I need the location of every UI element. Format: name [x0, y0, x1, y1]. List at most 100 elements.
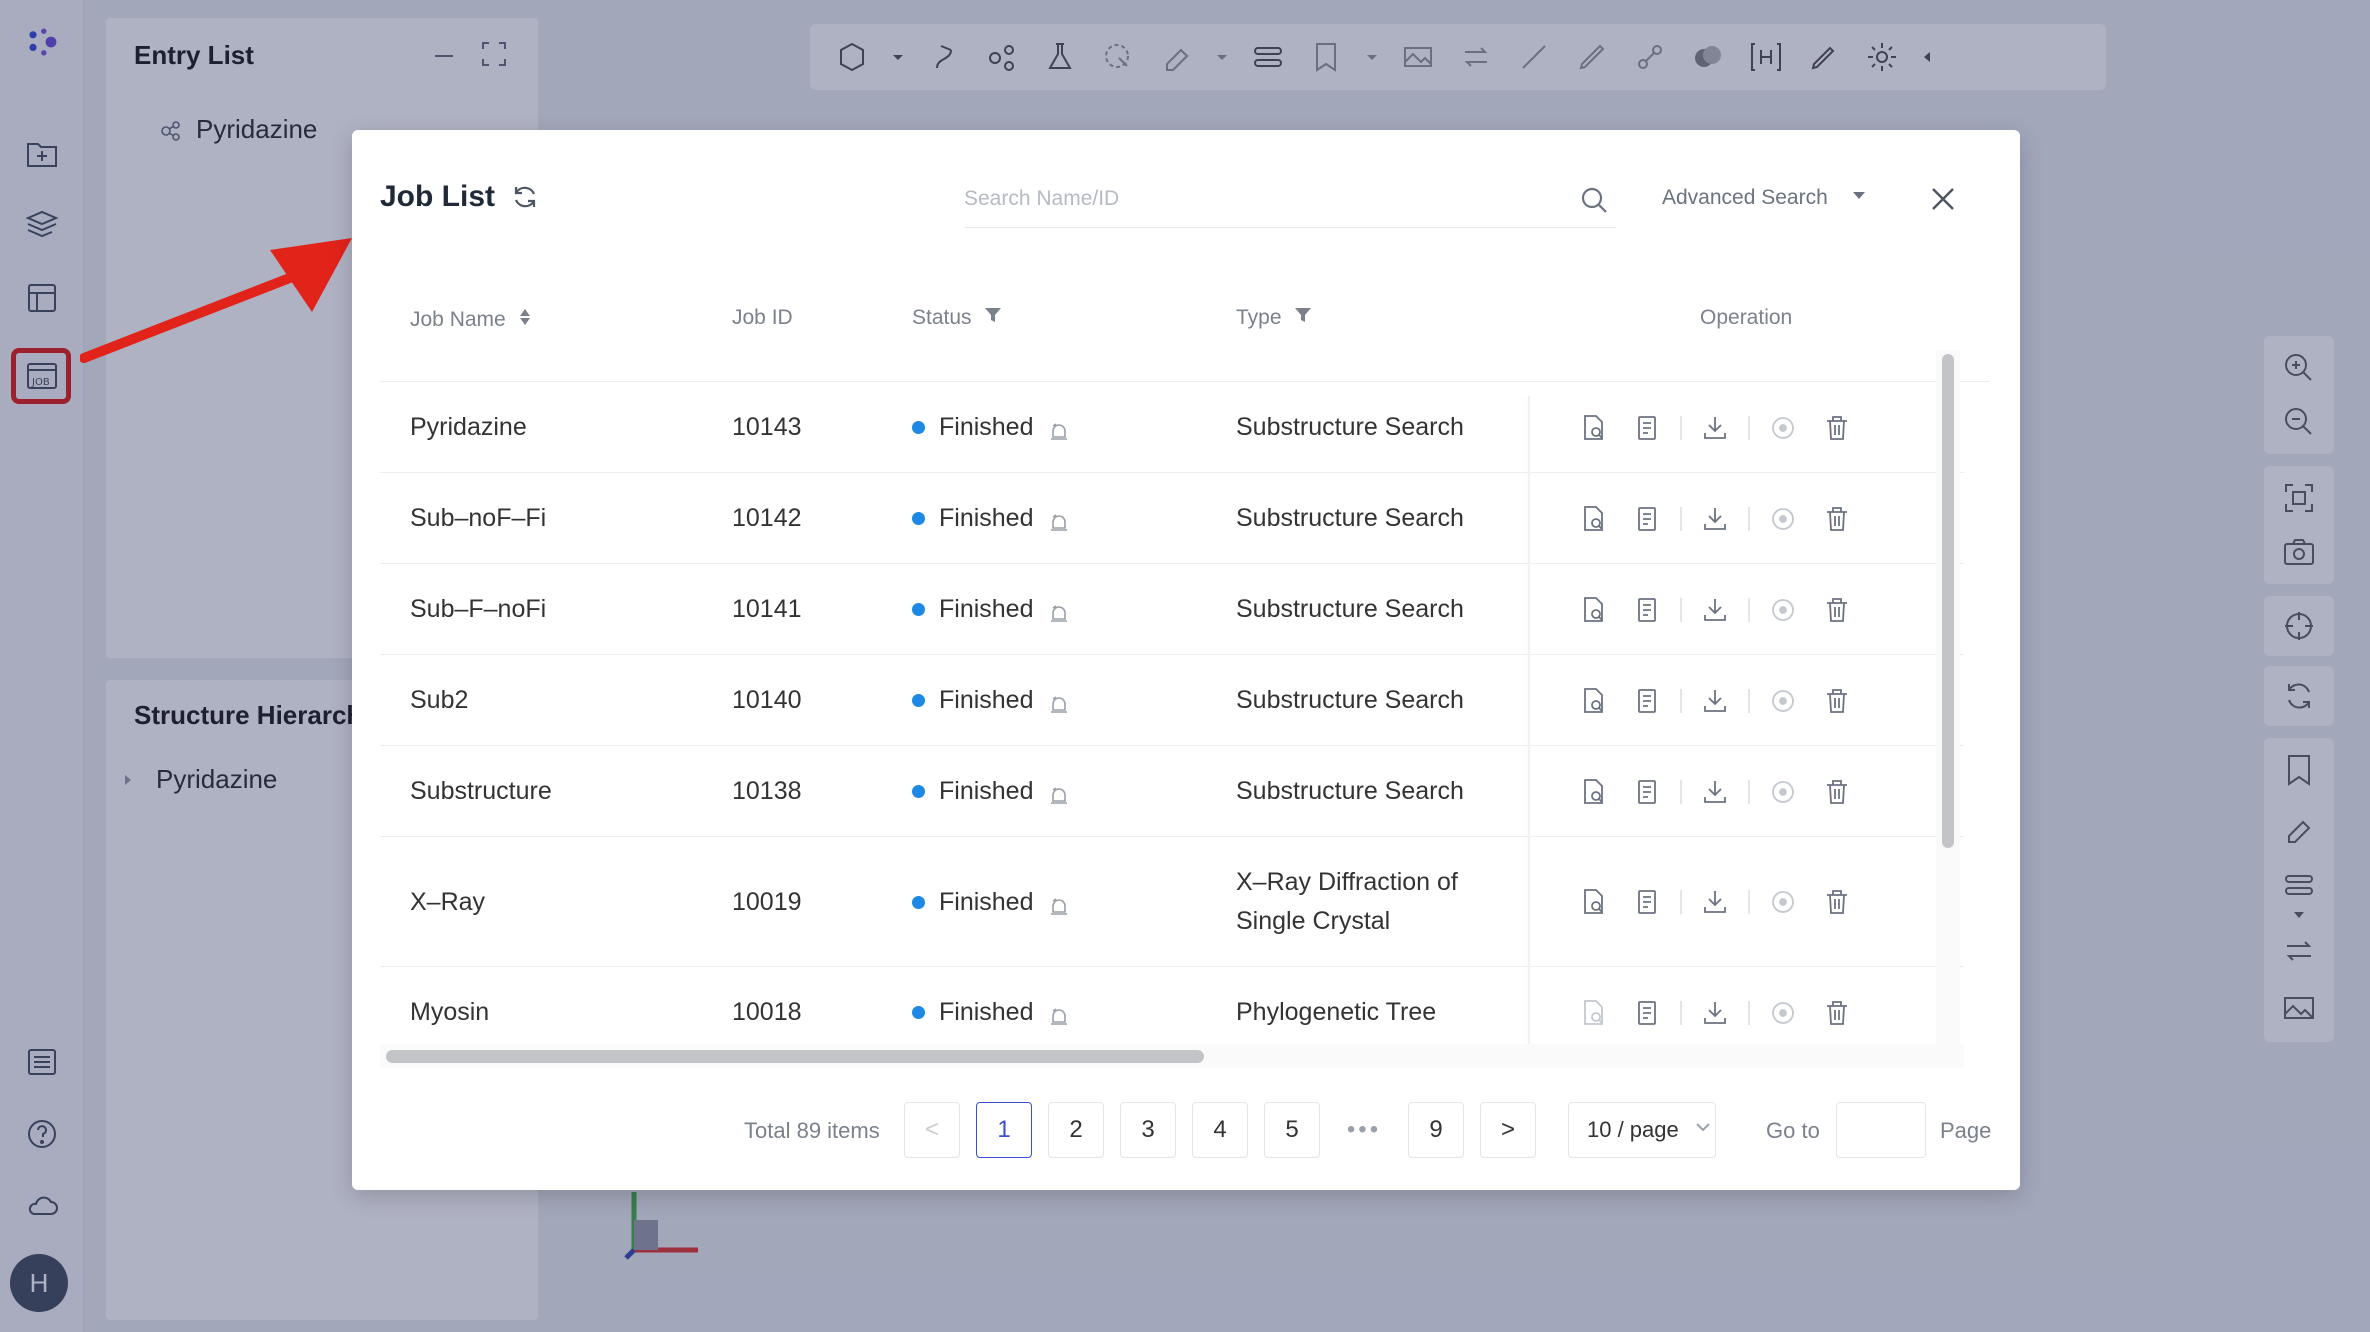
trash-icon[interactable]: [1822, 504, 1852, 534]
status-cell: Finished: [912, 408, 1070, 446]
advanced-search-dropdown[interactable]: Advanced Search: [1662, 186, 1868, 210]
status-text: Finished: [939, 686, 1034, 714]
search-input[interactable]: [964, 174, 1564, 224]
vertical-scrollbar[interactable]: [1936, 350, 1960, 1046]
report-icon[interactable]: [1632, 595, 1662, 625]
table-row[interactable]: Pyridazine 10143 Finished Substructure S…: [380, 382, 1964, 473]
download-icon[interactable]: [1700, 686, 1730, 716]
row-operations: [1578, 998, 1852, 1028]
bell-icon[interactable]: [1048, 780, 1070, 804]
page-ellipsis[interactable]: •••: [1336, 1102, 1392, 1158]
status-text: Finished: [939, 504, 1034, 532]
close-icon[interactable]: [1928, 184, 1958, 214]
page-button-4[interactable]: 4: [1192, 1102, 1248, 1158]
job-type-line: Single Crystal: [1236, 907, 1391, 935]
refresh-icon[interactable]: [510, 182, 540, 212]
filter-icon[interactable]: [1294, 306, 1312, 330]
view-file-icon[interactable]: [1578, 887, 1608, 917]
table-row[interactable]: Sub–F–noFi 10141 Finished Substructure S…: [380, 564, 1964, 655]
column-header-type[interactable]: Type: [1236, 306, 1312, 330]
sort-icon[interactable]: [518, 306, 532, 334]
next-page-button[interactable]: >: [1480, 1102, 1536, 1158]
job-type: Substructure Search: [1236, 777, 1464, 805]
trash-icon[interactable]: [1822, 887, 1852, 917]
report-icon[interactable]: [1632, 504, 1662, 534]
vertical-scrollbar-thumb[interactable]: [1942, 354, 1954, 848]
download-icon[interactable]: [1700, 777, 1730, 807]
page-button-3[interactable]: 3: [1120, 1102, 1176, 1158]
job-name[interactable]: Sub–noF–Fi: [410, 499, 546, 537]
stop-icon[interactable]: [1768, 998, 1798, 1028]
download-icon[interactable]: [1700, 504, 1730, 534]
horizontal-scrollbar[interactable]: [380, 1044, 1964, 1068]
job-name[interactable]: Substructure: [410, 772, 552, 810]
download-icon[interactable]: [1700, 998, 1730, 1028]
job-name[interactable]: Sub–F–noFi: [410, 590, 546, 628]
view-file-icon[interactable]: [1578, 595, 1608, 625]
report-icon[interactable]: [1632, 413, 1662, 443]
download-icon[interactable]: [1700, 413, 1730, 443]
view-file-icon[interactable]: [1578, 413, 1608, 443]
download-icon[interactable]: [1700, 595, 1730, 625]
goto-page-input[interactable]: [1836, 1102, 1926, 1158]
trash-icon[interactable]: [1822, 595, 1852, 625]
trash-icon[interactable]: [1822, 686, 1852, 716]
stop-icon[interactable]: [1768, 686, 1798, 716]
view-file-icon[interactable]: [1578, 504, 1608, 534]
status-cell: Finished: [912, 993, 1070, 1031]
bell-icon[interactable]: [1048, 507, 1070, 531]
job-id: 10143: [732, 413, 802, 441]
bell-icon[interactable]: [1048, 416, 1070, 440]
stop-icon[interactable]: [1768, 777, 1798, 807]
search-icon[interactable]: [1580, 186, 1608, 214]
page-button-last[interactable]: 9: [1408, 1102, 1464, 1158]
filter-icon[interactable]: [984, 306, 1002, 330]
column-label: Status: [912, 306, 972, 329]
view-file-icon[interactable]: [1578, 777, 1608, 807]
job-name[interactable]: Pyridazine: [410, 408, 527, 446]
page-button-2[interactable]: 2: [1048, 1102, 1104, 1158]
status-cell: Finished: [912, 681, 1070, 719]
column-header-job-name[interactable]: Job Name: [410, 306, 532, 334]
status-text: Finished: [939, 413, 1034, 441]
report-icon[interactable]: [1632, 686, 1662, 716]
caret-down-icon: [1850, 186, 1868, 210]
report-icon[interactable]: [1632, 777, 1662, 807]
table-row[interactable]: X–Ray 10019 Finished X–Ray Diffraction o…: [380, 837, 1964, 967]
bell-icon[interactable]: [1048, 891, 1070, 915]
table-row[interactable]: Substructure 10138 Finished Substructure…: [380, 746, 1964, 837]
page-size-select[interactable]: 10 / page: [1568, 1102, 1716, 1158]
table-row[interactable]: Sub2 10140 Finished Substructure Search: [380, 655, 1964, 746]
stop-icon[interactable]: [1768, 504, 1798, 534]
page-button-1[interactable]: 1: [976, 1102, 1032, 1158]
bell-icon[interactable]: [1048, 689, 1070, 713]
bell-icon[interactable]: [1048, 1001, 1070, 1025]
job-id: 10141: [732, 595, 802, 623]
horizontal-scrollbar-thumb[interactable]: [386, 1050, 1204, 1063]
bell-icon[interactable]: [1048, 598, 1070, 622]
job-name[interactable]: X–Ray: [410, 883, 485, 921]
goto-label: Go to: [1766, 1118, 1820, 1143]
stop-icon[interactable]: [1768, 595, 1798, 625]
table-row[interactable]: Sub–noF–Fi 10142 Finished Substructure S…: [380, 473, 1964, 564]
job-type: Substructure Search: [1236, 504, 1464, 532]
column-header-status[interactable]: Status: [912, 306, 1002, 330]
stop-icon[interactable]: [1768, 887, 1798, 917]
job-type: Phylogenetic Tree: [1236, 998, 1437, 1026]
job-name[interactable]: Sub2: [410, 681, 468, 719]
job-type: X–Ray Diffraction of Single Crystal: [1236, 863, 1458, 941]
download-icon[interactable]: [1700, 887, 1730, 917]
report-icon[interactable]: [1632, 887, 1662, 917]
trash-icon[interactable]: [1822, 998, 1852, 1028]
trash-icon[interactable]: [1822, 777, 1852, 807]
stop-icon[interactable]: [1768, 413, 1798, 443]
view-file-icon[interactable]: [1578, 998, 1608, 1028]
view-file-icon[interactable]: [1578, 686, 1608, 716]
trash-icon[interactable]: [1822, 413, 1852, 443]
prev-page-button[interactable]: <: [904, 1102, 960, 1158]
status-dot: [912, 784, 925, 798]
job-name[interactable]: Myosin: [410, 993, 489, 1031]
column-header-job-id: Job ID: [732, 306, 793, 330]
report-icon[interactable]: [1632, 998, 1662, 1028]
page-button-5[interactable]: 5: [1264, 1102, 1320, 1158]
